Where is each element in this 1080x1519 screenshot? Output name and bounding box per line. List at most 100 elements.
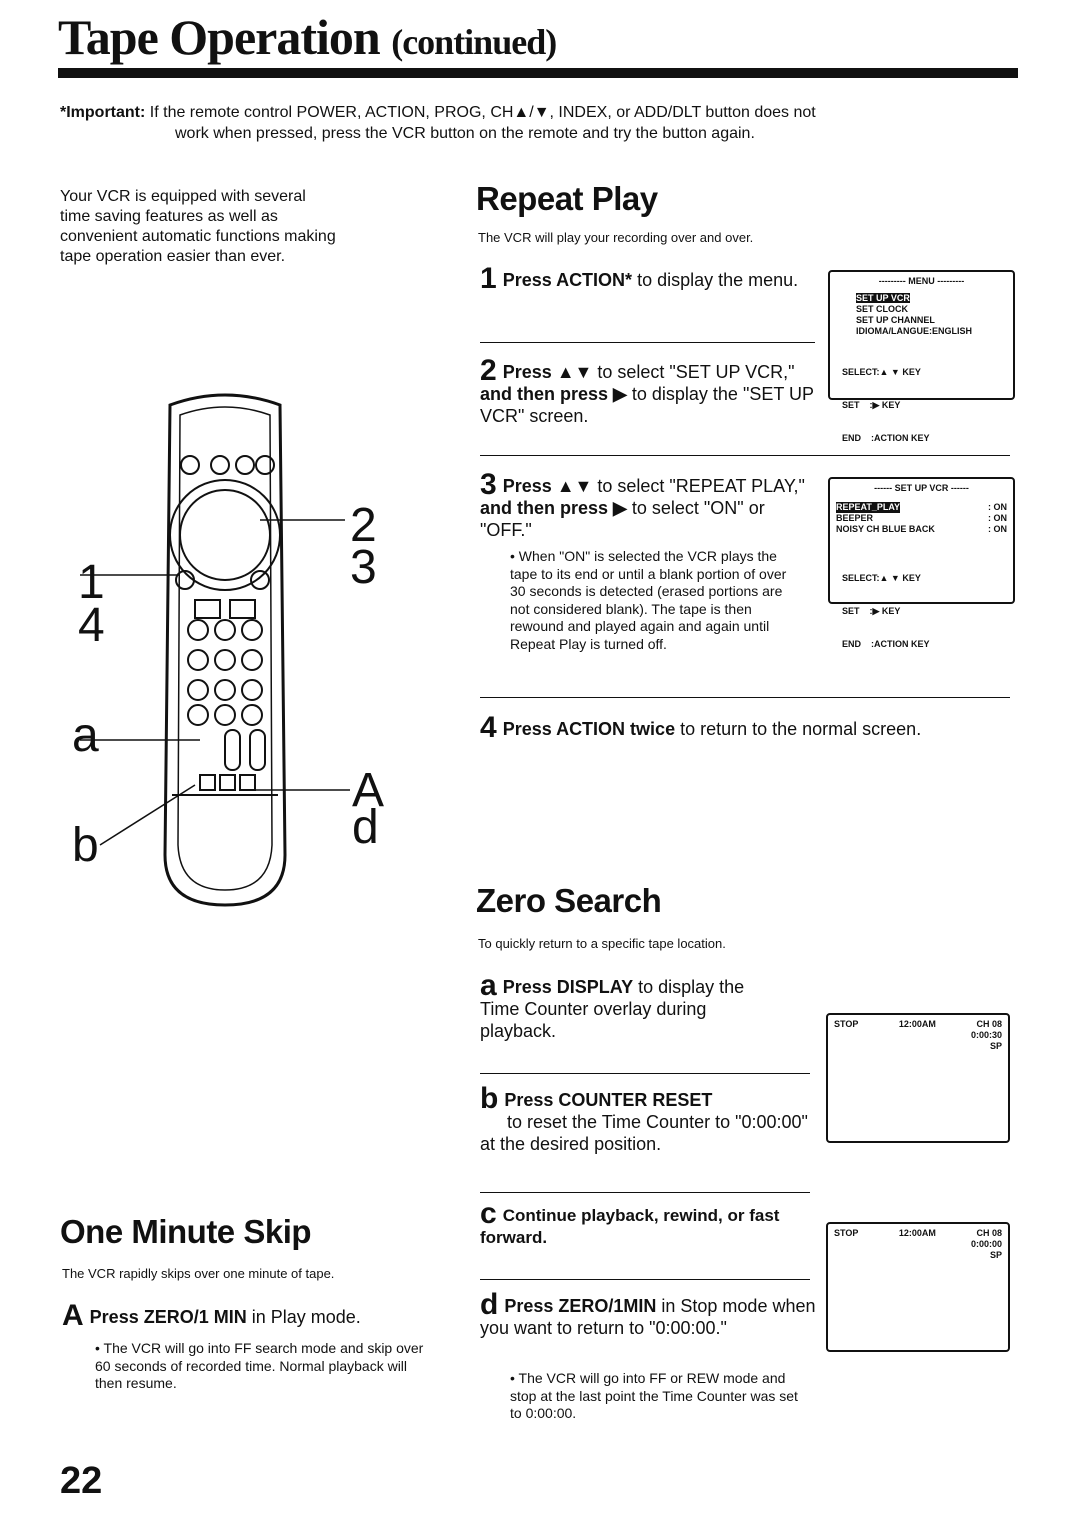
repeat-step-3-bullet: • When "ON" is selected the VCR plays th… xyxy=(510,548,787,652)
page-number: 22 xyxy=(60,1460,103,1502)
one-minute-skip-subtitle: The VCR rapidly skips over one minute of… xyxy=(62,1266,335,1281)
important-line1: If the remote control POWER, ACTION, PRO… xyxy=(149,104,816,121)
key-hint-select: SELECT:▲ ▼ KEY xyxy=(842,367,921,377)
time-counter-screen-1: STOP 12:00AM CH 08 0:00:30 SP xyxy=(826,1013,1010,1143)
osd-time: 12:00AM xyxy=(898,1228,936,1238)
step-bold: Press DISPLAY xyxy=(502,977,634,997)
osd-speed: SP xyxy=(989,1250,1002,1260)
divider xyxy=(480,1073,810,1074)
repeat-step-2: 2 Press ▲▼ to select "SET UP VCR," and th… xyxy=(480,356,825,427)
manual-page: Tape Operation (continued) *Important: I… xyxy=(0,0,1080,1519)
divider xyxy=(480,1192,810,1193)
step-bold: Continue playback, rewind, or fast forwa… xyxy=(480,1206,780,1247)
important-label: *Important: xyxy=(60,104,146,121)
step-number: c xyxy=(480,1197,497,1230)
time-counter-screen-2: STOP 12:00AM CH 08 0:00:00 SP xyxy=(826,1222,1010,1352)
zero-step-d-bullet: • The VCR will go into FF or REW mode an… xyxy=(510,1370,798,1421)
osd-channel: CH 08 xyxy=(976,1019,1002,1029)
step-number: 1 xyxy=(480,262,497,295)
menu-screen: --------- MENU --------- SET UP VCR SET … xyxy=(828,270,1015,443)
skip-step-A-bullet: • The VCR will go into FF search mode an… xyxy=(95,1340,424,1391)
repeat-play-heading: Repeat Play xyxy=(476,180,658,217)
bullet-text: When "ON" is selected the VCR plays the … xyxy=(510,548,787,652)
title-rule xyxy=(58,68,1018,78)
callout-a: a xyxy=(72,709,99,762)
step-text: to reset the Time Counter to "0:00:00" a… xyxy=(480,1112,808,1154)
repeat-play-subtitle: The VCR will play your recording over an… xyxy=(478,230,754,245)
setup-row-repeat-play: REPEAT_PLAY : ON xyxy=(836,502,1007,513)
step-number: 3 xyxy=(480,468,497,501)
zero-step-a: a Press DISPLAY to display the Time Count… xyxy=(480,971,770,1042)
step-text: in Play mode. xyxy=(246,1307,361,1327)
osd-speed: SP xyxy=(989,1041,1002,1051)
zero-step-b: b Press COUNTER RESET to reset the Time Co… xyxy=(480,1084,810,1155)
remote-control-illustration xyxy=(80,393,350,907)
divider xyxy=(480,455,1010,456)
step-bold: Press ZERO/1 MIN xyxy=(89,1307,247,1327)
key-hint-set: SET :▶ KEY xyxy=(842,606,901,616)
menu-item-set-up-channel: SET UP CHANNEL xyxy=(856,315,935,325)
step-number: 4 xyxy=(480,711,497,744)
menu-item-setup-vcr: SET UP VCR xyxy=(856,293,910,303)
zero-step-c: c Continue playback, rewind, or fast forw… xyxy=(480,1199,800,1249)
zero-step-d: d Press ZERO/1MIN in Stop mode when you w… xyxy=(480,1290,820,1339)
callout-d: d xyxy=(352,801,379,854)
key-hint-end: END :ACTION KEY xyxy=(842,433,930,443)
osd-counter: 0:00:30 xyxy=(970,1030,1002,1040)
setup-value: : ON xyxy=(988,502,1007,512)
divider xyxy=(480,342,815,343)
setup-label: NOISY CH BLUE BACK xyxy=(836,524,935,534)
divider xyxy=(480,1279,810,1280)
repeat-step-1: 1 Press ACTION* to display the menu. xyxy=(480,264,800,294)
setup-label: REPEAT_PLAY xyxy=(836,502,901,513)
step-bold: Press ▲▼ xyxy=(502,476,593,496)
skip-step-A: A Press ZERO/1 MIN in Play mode. xyxy=(62,1301,442,1331)
step-bold: Press ZERO/1MIN xyxy=(504,1296,657,1316)
intro-text: Your VCR is equipped with several time s… xyxy=(60,188,336,265)
title-text: Tape Operation xyxy=(58,9,381,65)
step-number: 2 xyxy=(480,354,497,387)
key-hint-select: SELECT:▲ ▼ KEY xyxy=(842,573,921,583)
step-text: to select "REPEAT PLAY," xyxy=(592,476,805,496)
osd-status: STOP xyxy=(834,1228,859,1238)
osd-status: STOP xyxy=(834,1019,859,1029)
title-suffix: (continued) xyxy=(391,22,557,62)
bullet-text: The VCR will go into FF search mode and … xyxy=(95,1340,424,1391)
important-note: *Important: If the remote control POWER,… xyxy=(60,102,1020,144)
callout-4: 4 xyxy=(78,599,105,652)
callout-3: 3 xyxy=(350,541,377,594)
key-hint-end: END :ACTION KEY xyxy=(842,639,930,649)
step-number: d xyxy=(480,1288,499,1321)
zero-search-heading: Zero Search xyxy=(476,882,662,919)
setup-header: ------ SET UP VCR ------ xyxy=(874,483,969,493)
menu-item-language: IDIOMA/LANGUE:ENGLISH xyxy=(856,326,972,336)
menu-header: --------- MENU --------- xyxy=(878,276,965,286)
step-number: a xyxy=(480,969,497,1002)
step-bold: Press ▲▼ xyxy=(502,362,593,382)
osd-time: 12:00AM xyxy=(898,1019,936,1029)
setup-value: : ON xyxy=(988,524,1007,534)
step-bold: Press ACTION* xyxy=(502,270,633,290)
osd-counter: 0:00:00 xyxy=(970,1239,1002,1249)
setup-value: : ON xyxy=(988,513,1007,523)
callout-b: b xyxy=(72,819,99,872)
setup-vcr-screen: ------ SET UP VCR ------ REPEAT_PLAY : ON… xyxy=(828,477,1015,649)
setup-row-noisy-ch: NOISY CH BLUE BACK : ON xyxy=(836,524,1007,535)
setup-row-beeper: BEEPER : ON xyxy=(836,513,1007,524)
step-text: to select "SET UP VCR," xyxy=(592,362,795,382)
setup-label: BEEPER xyxy=(836,513,874,523)
bullet-text: The VCR will go into FF or REW mode and … xyxy=(510,1370,798,1421)
step-number: b xyxy=(480,1082,499,1115)
repeat-step-3: 3 Press ▲▼ to select "REPEAT PLAY," and t… xyxy=(480,470,810,541)
step-bold-2: and then press ▶ xyxy=(480,498,627,518)
step-text: to return to the normal screen. xyxy=(675,719,922,739)
zero-search-subtitle: To quickly return to a specific tape loc… xyxy=(478,936,726,951)
step-text: to display the menu. xyxy=(632,270,799,290)
key-hint-set: SET :▶ KEY xyxy=(842,400,901,410)
page-title: Tape Operation (continued) xyxy=(58,8,557,66)
step-bold-2: and then press ▶ xyxy=(480,384,627,404)
repeat-step-4: 4 Press ACTION twice to return to the nor… xyxy=(480,713,1020,743)
step-number: A xyxy=(62,1299,84,1332)
step-bold: Press ACTION twice xyxy=(502,719,676,739)
step-bold: Press COUNTER RESET xyxy=(504,1090,713,1110)
